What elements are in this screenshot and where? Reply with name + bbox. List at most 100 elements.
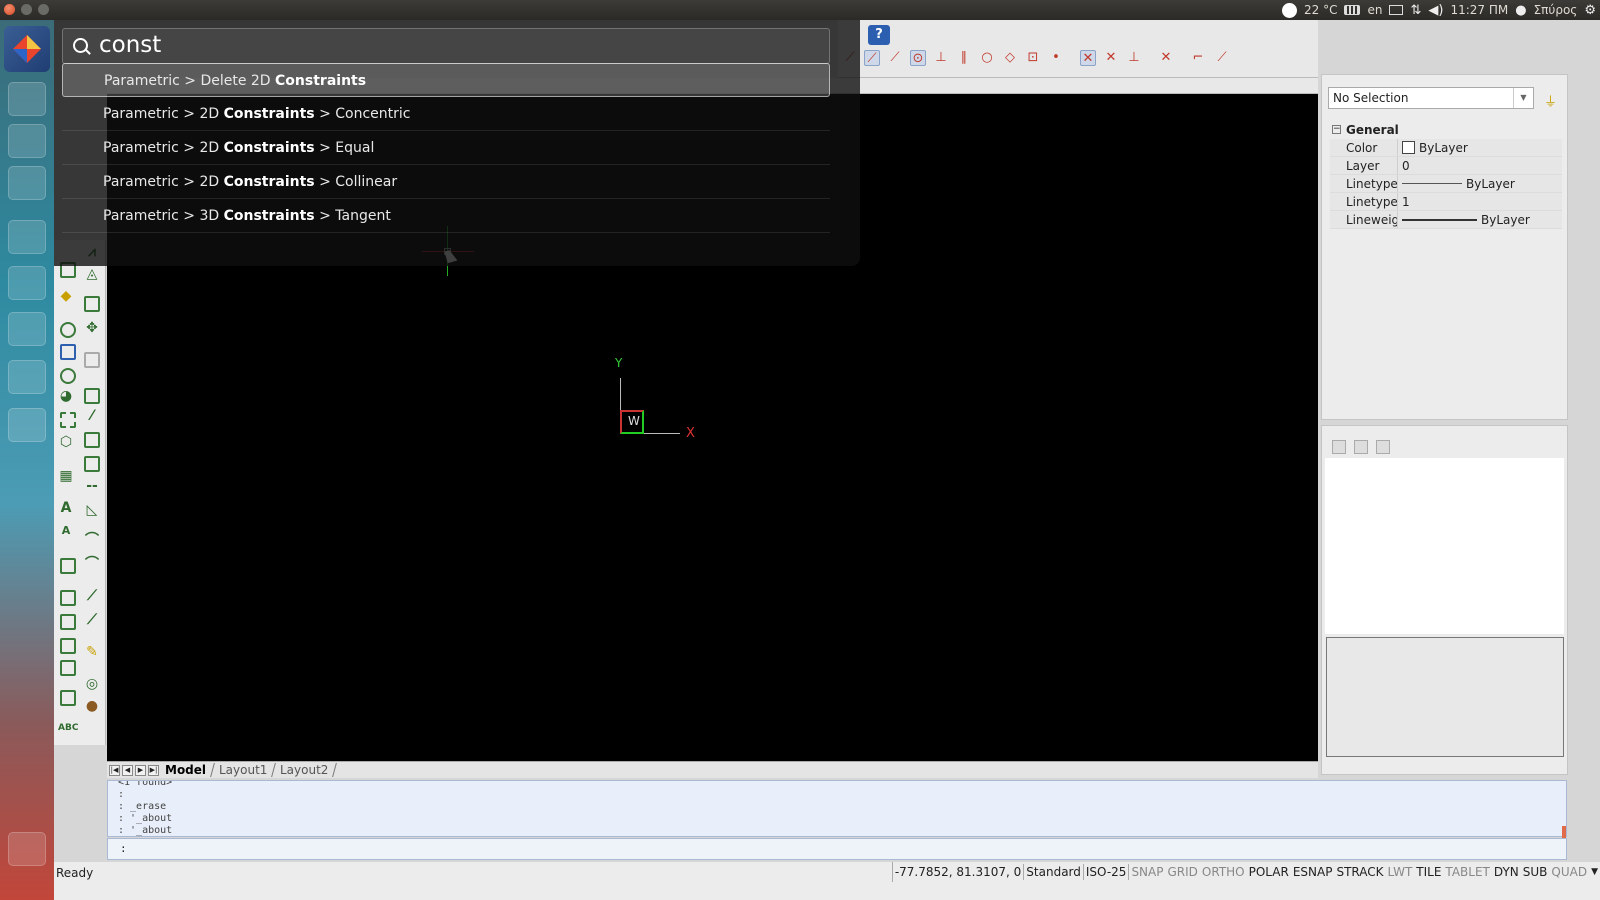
layer-list[interactable] (1325, 458, 1564, 634)
prev-tab-button[interactable]: ◀ (122, 764, 133, 776)
snap-parallel-icon[interactable]: ∥ (956, 50, 972, 66)
user-name[interactable]: Σπύρος (1534, 3, 1578, 17)
region-icon[interactable] (60, 344, 76, 360)
hud-result-item[interactable]: Parametric > 3D Constraints > Tangent (62, 199, 830, 233)
snap-quadrant-icon[interactable]: ◇ (1002, 50, 1018, 66)
ellipse-icon[interactable] (60, 368, 76, 384)
snap-nearest-icon[interactable]: ⟋ (887, 50, 903, 66)
delete-layer-icon[interactable] (1354, 440, 1368, 454)
quad-toggle[interactable]: QUAD (1549, 862, 1589, 882)
offset-icon[interactable]: ◬ (84, 266, 100, 282)
copy-icon[interactable] (84, 352, 100, 368)
hud-result-item[interactable]: Parametric > 2D Constraints > Concentric (62, 97, 830, 131)
point-icon[interactable]: ◆ (58, 288, 74, 304)
snap-insertion-icon[interactable]: ⊡ (1025, 50, 1041, 66)
network-icon[interactable]: ⇅ (1410, 3, 1421, 18)
maximize-window-button[interactable] (38, 4, 49, 15)
temperature-indicator[interactable]: 22 °C (1304, 3, 1337, 17)
text-style-indicator[interactable]: Standard (1024, 862, 1083, 882)
snap-apparent-icon[interactable]: ✕ (1103, 50, 1119, 66)
insert-block-icon[interactable] (60, 558, 76, 574)
hud-result-item[interactable]: Parametric > Delete 2D Constraints (62, 63, 830, 97)
quick-select-icon[interactable]: ⏚ (1544, 91, 1560, 110)
clock[interactable]: 11:27 ΠΜ (1450, 3, 1508, 17)
move-icon[interactable]: ✥ (84, 320, 100, 336)
array-icon[interactable] (84, 296, 100, 312)
tile-toggle[interactable]: TILE (1414, 862, 1443, 882)
snap-perpendicular-icon[interactable]: ⊥ (933, 50, 949, 66)
tablet-toggle[interactable]: TABLET (1443, 862, 1491, 882)
weather-icon[interactable] (1282, 2, 1297, 18)
chamfer-icon[interactable]: ◺ (84, 502, 100, 518)
strack-toggle[interactable]: STRACK (1334, 862, 1385, 882)
property-row-color[interactable]: Color ByLayer (1330, 139, 1562, 157)
join-icon[interactable] (84, 456, 100, 472)
layer-icon[interactable] (60, 590, 76, 606)
selection-dropdown[interactable]: No Selection ▼ (1328, 87, 1534, 109)
launcher-files-icon[interactable] (8, 82, 46, 116)
divide-icon[interactable]: ⟋ (84, 612, 100, 628)
snap-toggle[interactable]: SNAP (1129, 862, 1165, 882)
command-history[interactable]: <1 found> : : _erase : '_about : '_about (107, 780, 1567, 837)
dyn-toggle[interactable]: DYN (1492, 862, 1521, 882)
dim-style-indicator[interactable]: ISO-25 (1084, 862, 1129, 882)
chevron-down-icon[interactable]: ▼ (1513, 88, 1533, 108)
first-tab-button[interactable]: |◀ (109, 764, 120, 776)
polar-toggle[interactable]: POLAR (1247, 862, 1291, 882)
snap-node-icon[interactable]: • (1048, 50, 1064, 66)
category-general[interactable]: − General (1330, 121, 1562, 139)
hud-search-input[interactable]: const (99, 32, 161, 58)
spell-check-icon[interactable]: ABC (58, 720, 78, 736)
hud-result-item[interactable]: Parametric > 2D Constraints > Equal (62, 131, 830, 165)
coordinates-readout[interactable]: -77.7852, 81.3107, 0 (893, 862, 1023, 882)
hud-result-item[interactable]: Parametric > 2D Constraints > Collinear (62, 165, 830, 199)
snap-tangent-icon[interactable]: ○ (979, 50, 995, 66)
new-layer-icon[interactable] (1332, 440, 1346, 454)
snap-none-icon[interactable]: ✕ (1158, 50, 1174, 66)
volume-icon[interactable]: ◀) (1428, 3, 1443, 18)
stretch-icon[interactable] (84, 388, 100, 404)
command-input[interactable]: : (107, 838, 1567, 860)
snap-tracking-icon[interactable]: ⟋ (1214, 50, 1230, 66)
3d-orbit-icon[interactable]: ◎ (84, 676, 100, 692)
ungroup-icon[interactable] (60, 660, 76, 676)
snap-midpoint-icon[interactable]: ⟋ (864, 50, 880, 66)
grid-toggle[interactable]: GRID (1165, 862, 1199, 882)
close-window-button[interactable] (4, 4, 15, 15)
layer-state-icon[interactable] (60, 614, 76, 630)
fillet-icon[interactable]: ⌒ (84, 532, 100, 548)
status-menu-arrow-icon[interactable]: ▼ (1589, 862, 1600, 882)
property-row-linetype[interactable]: Linetype ByLayer (1330, 175, 1562, 193)
measure-icon[interactable]: ⟋ (84, 588, 100, 604)
attribute-icon[interactable] (60, 690, 76, 706)
tab-layout1[interactable]: Layout1 (213, 763, 277, 777)
next-tab-button[interactable]: ▶ (135, 764, 146, 776)
launcher-trash-icon[interactable] (8, 832, 46, 866)
tab-layout2[interactable]: Layout2 (274, 763, 338, 777)
last-tab-button[interactable]: ▶| (148, 764, 159, 776)
match-properties-icon[interactable]: ✎ (84, 644, 100, 660)
property-row-linetype-scale[interactable]: Linetype sc 1 (1330, 193, 1562, 211)
layer-settings-icon[interactable] (1376, 440, 1390, 454)
hud-search-box[interactable]: const (62, 28, 830, 64)
tab-model[interactable]: Model (159, 763, 215, 777)
property-row-layer[interactable]: Layer 0 (1330, 157, 1562, 175)
mail-icon[interactable] (1389, 5, 1404, 15)
launcher-workspace-icon[interactable] (8, 408, 46, 442)
launcher-app-icon[interactable] (8, 360, 46, 394)
property-row-lineweight[interactable]: Lineweight ByLayer (1330, 211, 1562, 229)
polygon-icon[interactable]: ⬡ (58, 434, 74, 450)
snap-intersection-icon[interactable]: ✕ (1080, 50, 1096, 66)
table-icon[interactable]: ▦ (58, 468, 74, 484)
minimize-window-button[interactable] (21, 4, 32, 15)
text-icon[interactable]: A (58, 500, 74, 516)
hatch-icon[interactable]: ◕ (58, 388, 74, 404)
snap-center-icon[interactable]: ⊙ (910, 50, 926, 66)
dash-home-button[interactable] (4, 26, 50, 72)
extend-icon[interactable]: -- (84, 478, 100, 494)
break-icon[interactable] (84, 432, 100, 448)
esnap-toggle[interactable]: ESNAP (1291, 862, 1335, 882)
trim-icon[interactable]: ⁄ (84, 408, 100, 424)
launcher-app-icon[interactable] (8, 312, 46, 346)
gear-icon[interactable]: ⚙ (1584, 3, 1596, 18)
